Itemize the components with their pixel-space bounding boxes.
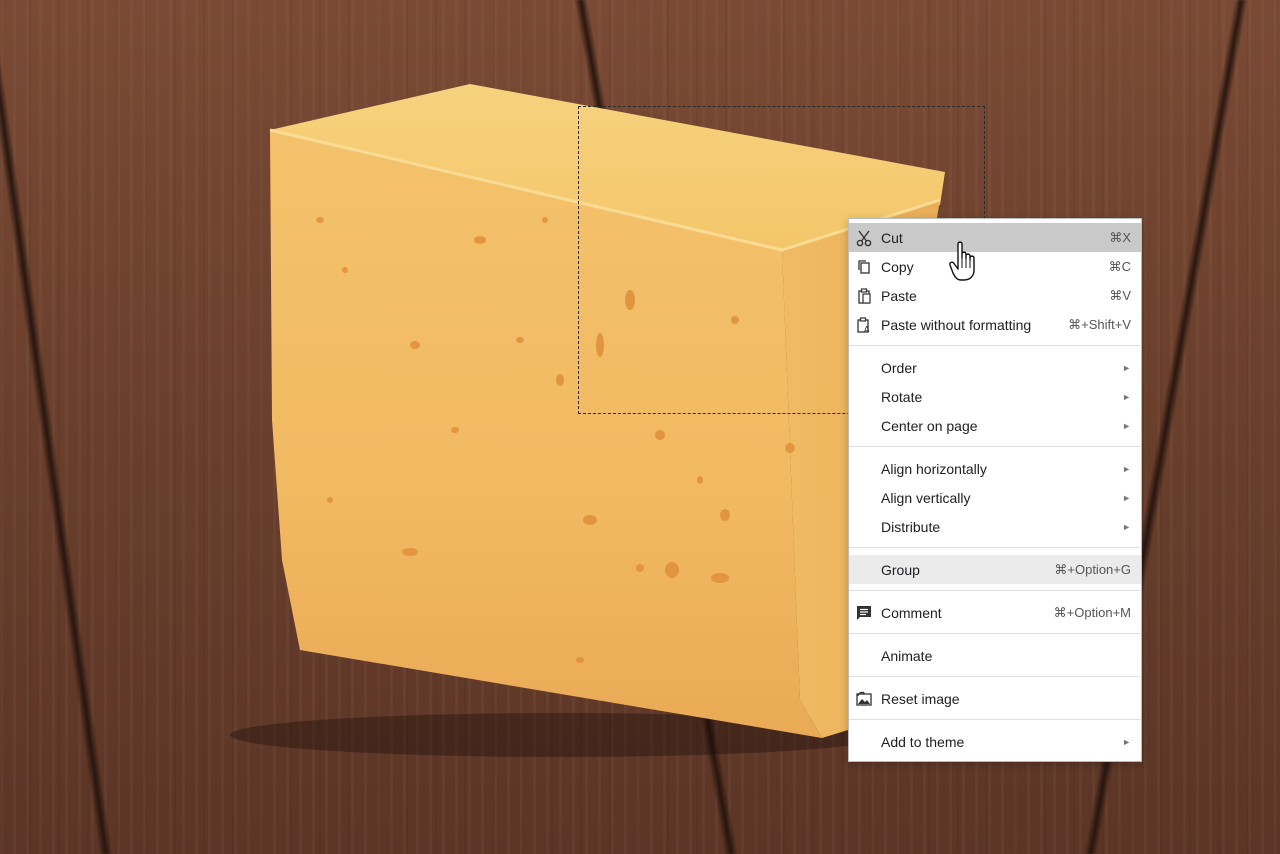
menu-item-add-to-theme[interactable]: Add to theme ► (849, 727, 1141, 756)
submenu-arrow-icon: ► (1122, 362, 1131, 373)
menu-divider (849, 345, 1141, 346)
menu-item-cut[interactable]: Cut ⌘X (849, 223, 1141, 252)
menu-item-align-horizontally[interactable]: Align horizontally ► (849, 454, 1141, 483)
menu-item-paste[interactable]: Paste ⌘V (849, 281, 1141, 310)
menu-divider (849, 633, 1141, 634)
menu-item-label: Order (881, 359, 917, 376)
slide-canvas[interactable]: Cut ⌘X Copy ⌘C Paste ⌘V A Paste without … (0, 0, 1280, 854)
menu-item-comment[interactable]: Comment ⌘+Option+M (849, 598, 1141, 627)
menu-item-label: Comment (881, 604, 942, 621)
menu-divider (849, 547, 1141, 548)
menu-item-label: Animate (881, 647, 933, 664)
menu-item-label: Paste (881, 287, 917, 304)
submenu-arrow-icon: ► (1122, 492, 1131, 503)
menu-item-label: Group (881, 561, 920, 578)
paste-icon (858, 288, 871, 304)
paste-plain-icon: A (857, 317, 870, 334)
menu-divider (849, 719, 1141, 720)
menu-item-distribute[interactable]: Distribute ► (849, 512, 1141, 541)
menu-divider (849, 446, 1141, 447)
menu-divider (849, 590, 1141, 591)
submenu-arrow-icon: ► (1122, 521, 1131, 532)
submenu-arrow-icon: ► (1122, 420, 1131, 431)
menu-item-rotate[interactable]: Rotate ► (849, 382, 1141, 411)
menu-item-paste-without-formatting[interactable]: A Paste without formatting ⌘+Shift+V (849, 310, 1141, 339)
menu-item-label: Center on page (881, 417, 978, 434)
wood-plank-gap (0, 0, 113, 854)
reset-image-icon (856, 691, 872, 706)
menu-divider (849, 676, 1141, 677)
menu-item-shortcut: ⌘+Option+G (1054, 561, 1131, 577)
submenu-arrow-icon: ► (1122, 391, 1131, 402)
copy-icon (858, 260, 870, 274)
menu-item-shortcut: ⌘+Option+M (1053, 604, 1131, 620)
menu-item-shortcut: ⌘V (1109, 287, 1131, 303)
menu-item-reset-image[interactable]: Reset image (849, 684, 1141, 713)
menu-item-shortcut: ⌘X (1109, 229, 1131, 245)
menu-item-order[interactable]: Order ► (849, 353, 1141, 382)
menu-item-label: Paste without formatting (881, 316, 1032, 333)
menu-item-label: Align vertically (881, 489, 971, 506)
submenu-arrow-icon: ► (1122, 463, 1131, 474)
menu-item-label: Reset image (881, 690, 960, 707)
hand-pointer-icon (949, 241, 975, 281)
menu-item-label: Distribute (881, 518, 941, 535)
menu-item-shortcut: ⌘C (1108, 258, 1131, 274)
menu-item-label: Copy (881, 258, 914, 275)
menu-item-label: Cut (881, 229, 903, 246)
scissors-icon (856, 230, 872, 247)
menu-item-animate[interactable]: Animate (849, 641, 1141, 670)
menu-item-label: Rotate (881, 388, 923, 405)
comment-icon (857, 606, 871, 620)
menu-item-label: Align horizontally (881, 460, 987, 477)
menu-item-group[interactable]: Group ⌘+Option+G (849, 555, 1141, 584)
svg-text:A: A (864, 325, 870, 334)
menu-item-label: Add to theme (881, 733, 965, 750)
menu-item-align-vertically[interactable]: Align vertically ► (849, 483, 1141, 512)
menu-item-copy[interactable]: Copy ⌘C (849, 252, 1141, 281)
submenu-arrow-icon: ► (1122, 736, 1131, 747)
context-menu: Cut ⌘X Copy ⌘C Paste ⌘V A Paste without … (848, 218, 1142, 762)
menu-item-shortcut: ⌘+Shift+V (1068, 316, 1131, 332)
menu-item-center-on-page[interactable]: Center on page ► (849, 411, 1141, 440)
